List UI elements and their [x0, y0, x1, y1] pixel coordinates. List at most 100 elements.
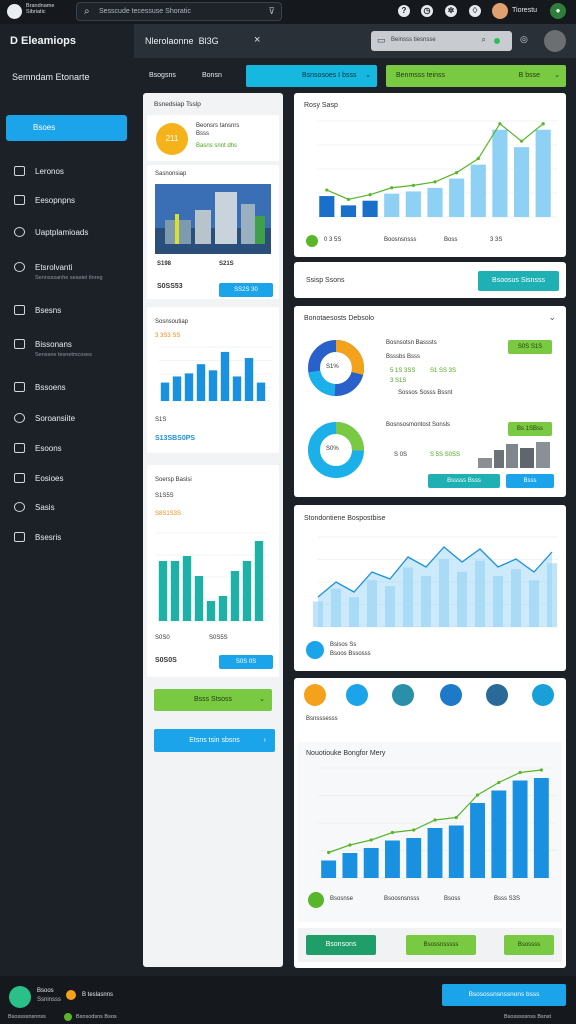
- top-bar: Brandname Sibriatic ⌕ Sesscude tecessuse…: [0, 0, 576, 24]
- status-icon[interactable]: ●: [550, 3, 566, 19]
- profile-meta: Basns snnt dhs: [196, 143, 238, 149]
- legend-item: 3 3S: [490, 237, 503, 243]
- donut-line: S 5S S0SS: [430, 452, 461, 458]
- avatar[interactable]: [392, 684, 414, 706]
- globe-icon: [14, 502, 25, 512]
- sidebar-item-label: Sasis: [35, 503, 55, 512]
- sidebar-item-label: Eosioes: [35, 474, 64, 483]
- tab-1[interactable]: Bsogsns: [149, 72, 176, 79]
- card-price: S0S0S: [155, 657, 177, 664]
- primary-action-button[interactable]: Bsnsosoes I bsss ⌄: [246, 65, 377, 87]
- bar: [182, 556, 192, 621]
- bar-line-chart: [316, 120, 558, 218]
- card-val4: S0S5S: [209, 635, 228, 641]
- chart-card-1: Rosy Sasp 0 3 5S Boosnsnsss Boss 3 3S: [294, 93, 566, 257]
- card-pill-button[interactable]: S0S 0S: [219, 655, 273, 669]
- blue-action-button[interactable]: Etsns tsin sbsns ›: [154, 729, 275, 752]
- footer-cta-button[interactable]: Bsosossnsnssnons bsss: [442, 984, 566, 1006]
- sidebar-subtitle: Semndam Etonarte: [12, 72, 90, 82]
- avatar[interactable]: [532, 684, 554, 706]
- card-title: Bsnedsiap Tsslp: [154, 101, 201, 108]
- avatars-label: Bsnsssesss: [306, 716, 338, 722]
- card-val1: S1S5S: [155, 493, 174, 499]
- global-search-input[interactable]: ⌕ Sesscude tecessuse Shoratic ⊽: [76, 2, 282, 21]
- bar: [470, 164, 486, 217]
- bar: [194, 576, 204, 621]
- avatar[interactable]: [486, 684, 508, 706]
- brand-name: Brandname Sibriatic: [26, 3, 55, 15]
- bar: [427, 828, 443, 878]
- grid-icon: [14, 195, 25, 205]
- bar-card[interactable]: Sosnsoutiap 3 3S3 SS S1S S13SBS0PS: [147, 307, 279, 453]
- header-search-input[interactable]: ▭ Beinsss tiesnsse ⌕: [371, 31, 512, 51]
- data-point: [368, 193, 372, 197]
- footer-button-2[interactable]: Bsossnsssss: [406, 935, 476, 955]
- green-action-button[interactable]: Bsss Stsoss ⌄: [154, 689, 272, 711]
- clock-icon: [14, 227, 25, 237]
- sidebar-item-label: Bssoens: [35, 383, 66, 392]
- user-avatar[interactable]: [492, 3, 508, 19]
- asset-card[interactable]: Sasnonsiap S198 S21S S0SS53 SS2S 30: [147, 165, 279, 299]
- donut-button[interactable]: Bs 1SBss: [508, 422, 552, 436]
- footer-button-3[interactable]: Bsossss: [504, 935, 554, 955]
- data-point: [476, 157, 480, 161]
- bar: [405, 191, 421, 217]
- sidebar-item-active[interactable]: Bsoes: [6, 115, 127, 141]
- footer-button-1[interactable]: Bsonsons: [306, 935, 376, 955]
- donut-button[interactable]: S0S S1S: [508, 340, 552, 354]
- tab-2[interactable]: Bonsn: [202, 72, 222, 79]
- donut-line: S 0S: [394, 452, 408, 458]
- card-val3: S0S0: [155, 635, 170, 641]
- avatar[interactable]: [346, 684, 368, 706]
- chevron-down-icon[interactable]: ⌄: [548, 312, 556, 323]
- bar: [256, 382, 266, 401]
- search-text: Sesscude tecessuse Shoratic: [99, 8, 191, 15]
- bar: [196, 364, 206, 401]
- area-chart-card: Stondontiene Bospostbise Bsisos Ss Bsoos…: [294, 505, 566, 671]
- data-point: [411, 183, 415, 187]
- data-point: [455, 171, 459, 175]
- sidebar-item-sub: Sennsssanhe seastel tlnreg: [35, 275, 103, 281]
- settings-icon[interactable]: ✲: [445, 5, 457, 17]
- profile-card[interactable]: 211 Beonsrs tansnrs Bsss Basns snnt dhs: [147, 115, 279, 161]
- target-icon: [14, 262, 25, 272]
- sidebar-item-label: Uaptplamioads: [35, 228, 89, 237]
- secondary-action-button[interactable]: Benmsss teinss B bsse ⌄: [386, 65, 566, 87]
- header-avatar[interactable]: [544, 30, 566, 52]
- badge-icon: 211: [156, 123, 188, 155]
- filter-icon[interactable]: ⊽: [268, 6, 275, 17]
- legend-item: Bsosnse: [330, 896, 354, 902]
- status-button[interactable]: Bsoosus Sisnsss: [478, 271, 559, 291]
- sidebar-item-label: Bsesns: [35, 306, 62, 315]
- profile-sub: Bsss: [196, 131, 210, 137]
- bar: [448, 825, 464, 878]
- data-point: [390, 830, 395, 835]
- card-title: Soersp Baslsi: [155, 477, 192, 483]
- profile-icon[interactable]: ◎: [520, 34, 528, 45]
- bar: [406, 838, 422, 878]
- close-icon[interactable]: ×: [254, 34, 260, 46]
- calendar-icon: [14, 473, 25, 483]
- data-point: [497, 780, 501, 785]
- image-icon: [14, 339, 25, 349]
- avatar[interactable]: [304, 684, 326, 706]
- donut-action-button-2[interactable]: Bsss: [506, 474, 554, 488]
- legend-icon: [306, 641, 324, 659]
- card-num: S1S: [155, 417, 167, 423]
- help-icon[interactable]: ?: [398, 5, 410, 17]
- bell-icon[interactable]: ♢: [469, 5, 481, 17]
- avatar[interactable]: [440, 684, 462, 706]
- data-point: [541, 122, 545, 126]
- card-value: 3 3S3 SS: [155, 333, 181, 339]
- bar-card-2[interactable]: Soersp Baslsi S1S5S S8S1S3S S0S0 S0S5S S…: [147, 465, 279, 677]
- footer-role: Ssninsss: [37, 997, 62, 1003]
- legend-label: Bsoos Bssosss: [330, 651, 371, 657]
- card-pill: S13SBS0PS: [155, 435, 196, 442]
- bar: [206, 601, 216, 621]
- clock-icon[interactable]: ◷: [421, 5, 433, 17]
- donut-action-button[interactable]: Bsssss Bsss: [428, 474, 500, 488]
- bar: [158, 561, 168, 621]
- donut-line: 3 S1S: [390, 378, 407, 384]
- sidebar-item-sub: Senssee tesnetmcoses: [35, 352, 92, 358]
- price-pill-button[interactable]: SS2S 30: [219, 283, 273, 297]
